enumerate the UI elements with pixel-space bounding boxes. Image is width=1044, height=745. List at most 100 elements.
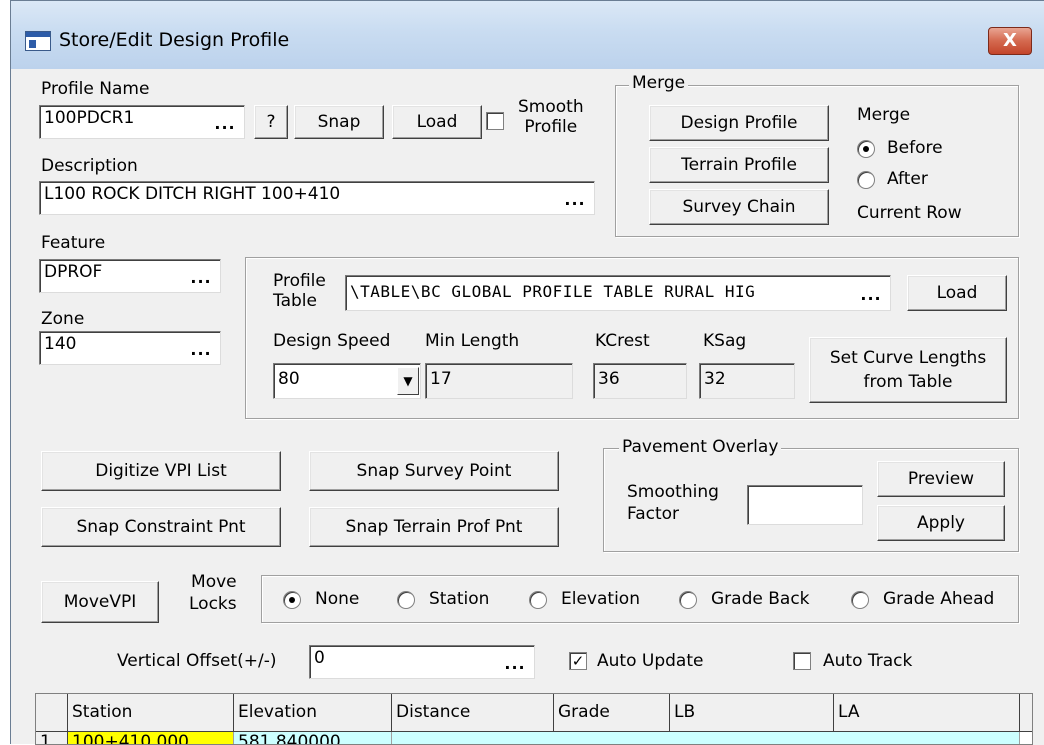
digitize-vpi-list-button[interactable]: Digitize VPI List xyxy=(41,451,281,491)
snap-survey-point-button[interactable]: Snap Survey Point xyxy=(309,451,559,491)
profile-name-browse-button[interactable]: ... xyxy=(209,109,241,135)
smoothing-factor-label: Smoothing Factor xyxy=(627,481,719,525)
merge-design-profile-button[interactable]: Design Profile xyxy=(649,105,829,141)
move-locks-label: Move Locks xyxy=(189,571,237,615)
vpi-grid[interactable]: Station Elevation Distance Grade LB LA 1… xyxy=(35,693,1033,745)
smooth-profile-checkbox[interactable] xyxy=(486,112,504,130)
title-bar[interactable]: Store/Edit Design Profile X xyxy=(11,1,1044,69)
lock-station-label: Station xyxy=(429,589,490,609)
set-curve-lengths-button[interactable]: Set Curve Lengths from Table xyxy=(809,337,1007,403)
vertical-offset-value: 0 xyxy=(314,648,325,668)
close-button[interactable]: X xyxy=(988,27,1032,55)
description-label: Description xyxy=(41,156,138,176)
apply-button[interactable]: Apply xyxy=(877,505,1005,541)
lock-grade-ahead-label: Grade Ahead xyxy=(883,589,995,609)
chevron-down-icon[interactable]: ▼ xyxy=(397,367,419,395)
dialog-window: Store/Edit Design Profile X Profile Name… xyxy=(10,0,1044,745)
merge-survey-chain-button[interactable]: Survey Chain xyxy=(649,189,829,225)
min-length-label: Min Length xyxy=(425,331,520,351)
row-number[interactable]: 1 xyxy=(36,732,68,744)
set-curve-line1: Set Curve Lengths xyxy=(829,348,987,368)
merge-before-radio[interactable] xyxy=(857,140,875,158)
design-speed-label: Design Speed xyxy=(273,331,391,351)
auto-track-label: Auto Track xyxy=(823,651,913,671)
elevation-cell[interactable]: 581.840000 xyxy=(234,732,392,744)
move-locks-line2: Locks xyxy=(189,594,237,614)
lock-grade-back-label: Grade Back xyxy=(711,589,810,609)
profile-table-field[interactable]: \TABLE\BC GLOBAL PROFILE TABLE RURAL HIG xyxy=(345,275,891,311)
merge-after-label: After xyxy=(887,169,928,189)
feature-label: Feature xyxy=(41,233,106,253)
auto-update-label: Auto Update xyxy=(597,651,704,671)
lock-none-radio[interactable] xyxy=(283,591,301,609)
snap-button[interactable]: Snap xyxy=(294,105,384,139)
window-icon xyxy=(25,31,51,51)
movevpi-button[interactable]: MoveVPI xyxy=(41,581,159,623)
profile-table-value: \TABLE\BC GLOBAL PROFILE TABLE RURAL HIG xyxy=(350,282,756,301)
description-browse-button[interactable]: ... xyxy=(559,185,591,211)
zone-browse-button[interactable]: ... xyxy=(185,335,217,361)
preview-button[interactable]: Preview xyxy=(877,461,1005,497)
ksag-field: 32 xyxy=(699,363,795,399)
merge-group-title: Merge xyxy=(629,73,689,93)
kcrest-field: 36 xyxy=(593,363,687,399)
profile-table-label-line1: Profile xyxy=(273,271,326,291)
column-header-distance[interactable]: Distance xyxy=(392,694,554,732)
grid-corner-header xyxy=(36,694,68,732)
description-field[interactable]: L100 ROCK DITCH RIGHT 100+410 xyxy=(39,181,595,215)
merge-label: Merge xyxy=(857,105,911,125)
smoothing-factor-field[interactable] xyxy=(747,485,863,525)
zone-label: Zone xyxy=(41,309,85,329)
smoothing-line1: Smoothing xyxy=(627,482,719,502)
min-length-value: 17 xyxy=(430,369,452,389)
lock-grade-back-radio[interactable] xyxy=(679,591,697,609)
column-header-la[interactable]: LA xyxy=(834,694,1020,732)
ksag-label: KSag xyxy=(703,331,747,351)
profile-table-label-line2: Table xyxy=(273,291,317,311)
profile-name-value: 100PDCR1 xyxy=(44,108,135,128)
profile-table-browse-button[interactable]: ... xyxy=(855,280,887,306)
feature-browse-button[interactable]: ... xyxy=(185,263,217,289)
column-header-lb[interactable]: LB xyxy=(670,694,834,732)
ksag-value: 32 xyxy=(704,369,726,389)
merge-after-radio[interactable] xyxy=(857,171,875,189)
profile-table-label: Profile Table xyxy=(273,271,326,311)
lock-elevation-label: Elevation xyxy=(561,589,640,609)
merge-before-label: Before xyxy=(887,138,943,158)
merge-terrain-profile-button[interactable]: Terrain Profile xyxy=(649,147,829,183)
help-button[interactable]: ? xyxy=(254,105,288,139)
lock-none-label: None xyxy=(315,589,360,609)
load-table-button[interactable]: Load xyxy=(907,275,1007,311)
snap-terrain-prof-pnt-button[interactable]: Snap Terrain Prof Pnt xyxy=(309,507,559,547)
merge-current-row-label: Current Row xyxy=(857,203,962,223)
column-header-station[interactable]: Station xyxy=(68,694,234,732)
window-title: Store/Edit Design Profile xyxy=(59,29,290,51)
snap-constraint-pnt-button[interactable]: Snap Constraint Pnt xyxy=(41,507,281,547)
auto-update-checkbox[interactable]: ✓ xyxy=(569,652,587,670)
kcrest-label: KCrest xyxy=(595,331,650,351)
profile-name-label: Profile Name xyxy=(41,79,150,99)
set-curve-line2: from Table xyxy=(863,372,953,392)
grid-header-filler xyxy=(1020,694,1032,732)
smooth-label-line1: Smooth xyxy=(518,97,584,117)
zone-value: 140 xyxy=(44,334,77,354)
move-locks-line1: Move xyxy=(191,572,237,592)
lock-station-radio[interactable] xyxy=(397,591,415,609)
smooth-profile-label: Smooth Profile xyxy=(518,97,584,137)
min-length-field: 17 xyxy=(425,363,573,399)
design-speed-value: 80 xyxy=(278,369,300,389)
vertical-offset-label: Vertical Offset(+/-) xyxy=(117,651,277,671)
lock-grade-ahead-radio[interactable] xyxy=(851,591,869,609)
auto-track-checkbox[interactable] xyxy=(793,652,811,670)
column-header-elevation[interactable]: Elevation xyxy=(234,694,392,732)
load-profile-button[interactable]: Load xyxy=(392,105,482,139)
lock-elevation-radio[interactable] xyxy=(529,591,547,609)
vertical-offset-browse-button[interactable]: ... xyxy=(499,649,531,675)
grid-scrollbar[interactable] xyxy=(1033,693,1044,745)
smoothing-line2: Factor xyxy=(627,504,680,524)
station-cell[interactable]: 100+410.000 xyxy=(68,732,234,744)
description-value: L100 ROCK DITCH RIGHT 100+410 xyxy=(44,184,341,204)
pavement-overlay-title: Pavement Overlay xyxy=(619,437,782,457)
column-header-grade[interactable]: Grade xyxy=(554,694,670,732)
kcrest-value: 36 xyxy=(598,369,620,389)
